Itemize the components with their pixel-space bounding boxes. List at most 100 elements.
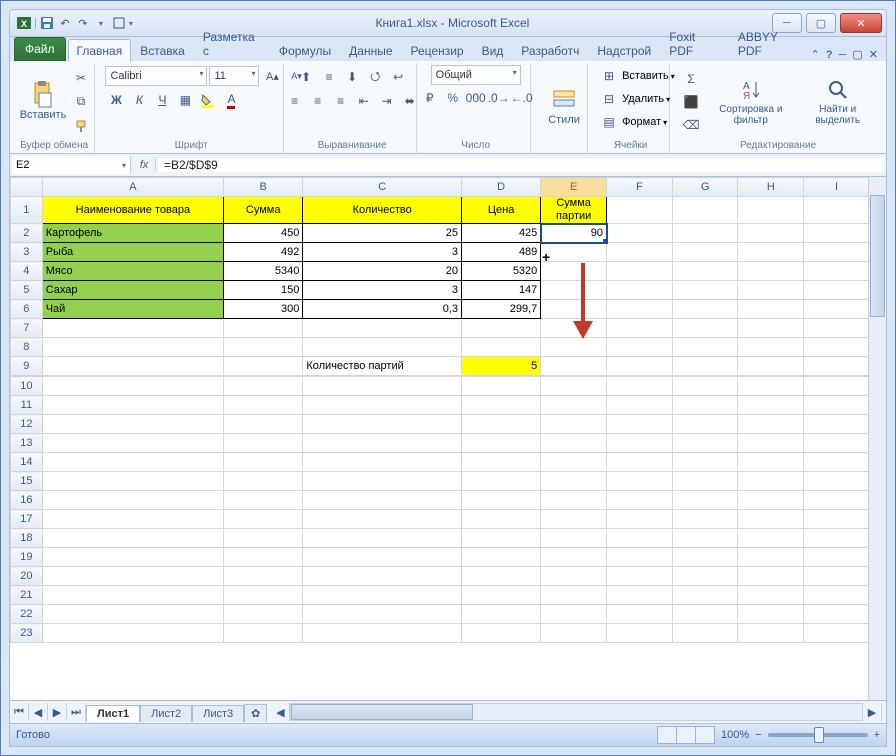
col-I[interactable]: I [804,178,870,197]
tab-layout[interactable]: Разметка с [194,25,270,61]
cell-A9[interactable] [42,357,223,376]
sheet-tab-3[interactable]: Лист3 [192,705,244,722]
cell-H1[interactable] [738,197,804,224]
cell-B13[interactable] [224,434,303,453]
cell-F8[interactable] [607,338,673,357]
wrap-text-icon[interactable]: ↩ [387,66,409,88]
cell-G8[interactable] [672,338,738,357]
rowh-6[interactable]: 6 [11,300,43,319]
cell-G23[interactable] [672,624,738,643]
hscroll-track[interactable] [290,703,863,721]
cell-A19[interactable] [42,548,223,567]
rowh-15[interactable]: 15 [11,472,43,491]
rowh-9[interactable]: 9 [11,357,43,376]
cell-G1[interactable] [672,197,738,224]
cell-G2[interactable] [672,224,738,243]
cell-A16[interactable] [42,491,223,510]
cell-A5[interactable]: Сахар [42,281,223,300]
cell-I4[interactable] [804,262,870,281]
cell-D17[interactable] [461,510,540,529]
doc-close-icon[interactable]: ✕ [869,48,878,61]
cell-B1[interactable]: Сумма [224,197,303,224]
cell-A11[interactable] [42,396,223,415]
cell-A20[interactable] [42,567,223,586]
col-C[interactable]: C [303,178,462,197]
cell-E3[interactable] [541,243,607,262]
cell-B9[interactable] [224,357,303,376]
cell-C18[interactable] [303,529,462,548]
cell-H3[interactable] [738,243,804,262]
cell-B7[interactable] [224,319,303,338]
cell-A23[interactable] [42,624,223,643]
cell-E16[interactable] [541,491,607,510]
cell-D15[interactable] [461,472,540,491]
cell-H2[interactable] [738,224,804,243]
cell-F6[interactable] [607,300,673,319]
cell-H16[interactable] [738,491,804,510]
cell-D12[interactable] [461,415,540,434]
cell-E20[interactable] [541,567,607,586]
cell-I10[interactable] [804,377,870,396]
rowh-17[interactable]: 17 [11,510,43,529]
cell-F7[interactable] [607,319,673,338]
tab-abbyy[interactable]: ABBYY PDF [729,25,811,61]
cells-insert-button[interactable]: ⊞Вставить ▾ [598,65,675,87]
cell-E12[interactable] [541,415,607,434]
cell-E21[interactable] [541,586,607,605]
zoom-slider-knob[interactable] [814,727,824,743]
cell-D16[interactable] [461,491,540,510]
cell-C19[interactable] [303,548,462,567]
cell-D4[interactable]: 5320 [461,262,540,281]
cell-A8[interactable] [42,338,223,357]
cell-D23[interactable] [461,624,540,643]
inc-decimal-icon[interactable]: .0→ [488,87,510,109]
cell-B10[interactable] [224,377,303,396]
horizontal-scrollbar[interactable]: ◀ ▶ [271,703,882,721]
cell-C8[interactable] [303,338,462,357]
select-all-corner[interactable] [11,178,43,197]
cell-F19[interactable] [607,548,673,567]
cell-A15[interactable] [42,472,223,491]
cell-I20[interactable] [804,567,870,586]
font-size-combo[interactable]: 11 [209,66,259,86]
cell-C6[interactable]: 0,3 [303,300,462,319]
cell-I17[interactable] [804,510,870,529]
cell-E6[interactable] [541,300,607,319]
cell-C11[interactable] [303,396,462,415]
cell-D9[interactable]: 5 [461,357,540,376]
cell-B23[interactable] [224,624,303,643]
styles-button[interactable]: Стили [541,86,587,128]
cell-I16[interactable] [804,491,870,510]
cell-A3[interactable]: Рыба [42,243,223,262]
col-E[interactable]: E [541,178,607,197]
cell-F13[interactable] [607,434,673,453]
align-right-icon[interactable]: ≡ [330,90,352,112]
tab-review[interactable]: Рецензир [402,39,473,61]
cell-B17[interactable] [224,510,303,529]
cell-C12[interactable] [303,415,462,434]
rowh-16[interactable]: 16 [11,491,43,510]
font-name-combo[interactable]: Calibri [105,66,207,86]
font-color-button[interactable]: A [220,89,242,111]
cell-B3[interactable]: 492 [224,243,303,262]
cell-A6[interactable]: Чай [42,300,223,319]
tab-view[interactable]: Вид [473,39,513,61]
cell-C15[interactable] [303,472,462,491]
rowh-8[interactable]: 8 [11,338,43,357]
cell-B14[interactable] [224,453,303,472]
cell-H17[interactable] [738,510,804,529]
cell-A7[interactable] [42,319,223,338]
help-icon[interactable]: ? [826,49,833,61]
fill-color-button[interactable] [197,89,219,111]
col-G[interactable]: G [672,178,738,197]
doc-restore-icon[interactable]: ▢ [852,48,862,61]
cell-H7[interactable] [738,319,804,338]
cell-F2[interactable] [607,224,673,243]
cell-C2[interactable]: 25 [303,224,462,243]
cell-D5[interactable]: 147 [461,281,540,300]
cell-B20[interactable] [224,567,303,586]
rowh-12[interactable]: 12 [11,415,43,434]
cell-D1[interactable]: Цена [461,197,540,224]
hscroll-left[interactable]: ◀ [271,703,290,721]
bold-button[interactable]: Ж [105,89,127,111]
